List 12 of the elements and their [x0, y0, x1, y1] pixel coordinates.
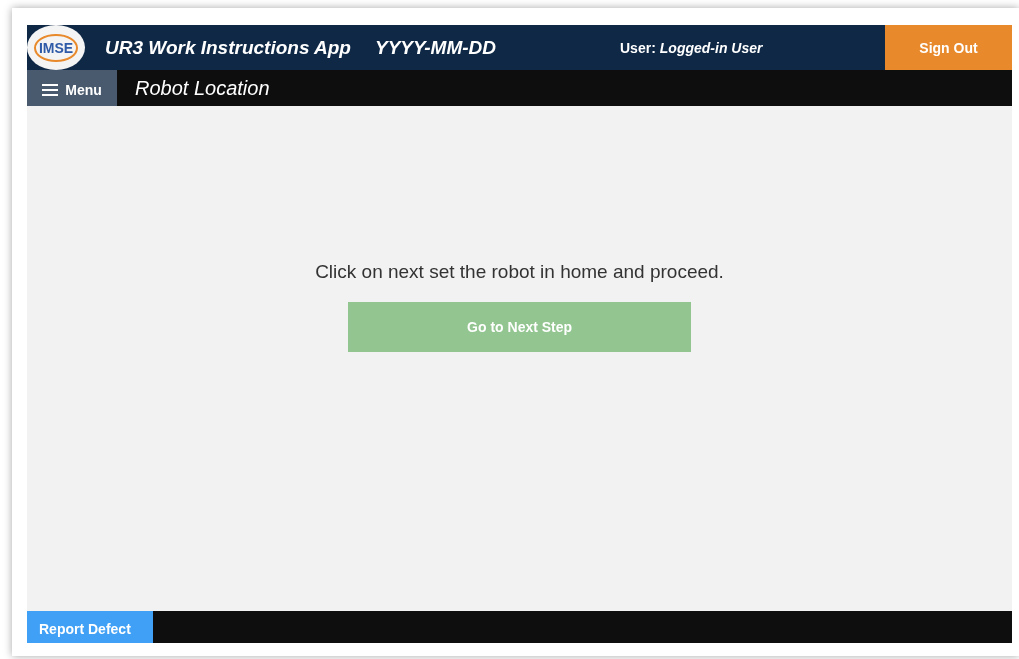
instruction-text: Click on next set the robot in home and proceed.: [315, 261, 724, 283]
page-title: Robot Location: [135, 76, 270, 100]
app-title: UR3 Work Instructions App: [105, 36, 352, 59]
menu-icon: [42, 84, 59, 96]
sign-out-button[interactable]: Sign Out: [885, 25, 1012, 70]
menu-button[interactable]: Menu: [27, 70, 117, 106]
user-name: Logged-in User: [659, 39, 764, 56]
user-label: User:: [620, 39, 656, 56]
logo: IMSE: [27, 25, 85, 70]
report-defect-button[interactable]: Report Defect: [27, 611, 153, 643]
date-text: YYYY-MM-DD: [375, 36, 498, 59]
next-step-button[interactable]: Go to Next Step: [348, 302, 692, 352]
